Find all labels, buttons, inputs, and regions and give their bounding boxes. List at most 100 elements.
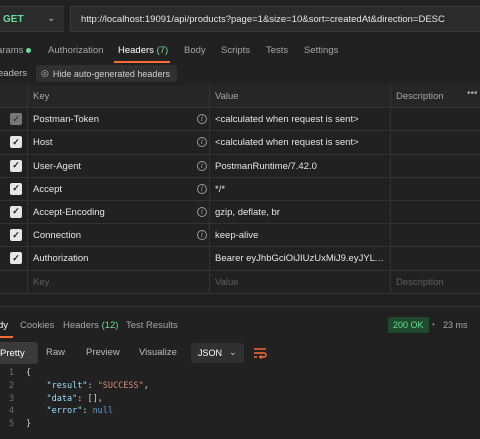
column-description: Description	[396, 91, 444, 102]
tab-label: Authorization	[48, 45, 104, 56]
header-description[interactable]	[391, 201, 480, 223]
header-description[interactable]	[391, 155, 480, 177]
row-checkbox[interactable]: ✓	[10, 159, 22, 172]
tab-body[interactable]: Body	[184, 45, 206, 56]
line-number: 2	[8, 380, 14, 391]
tab-tests[interactable]: Tests	[266, 45, 288, 56]
tab-authorization[interactable]: Authorization	[48, 45, 103, 56]
row-checkbox[interactable]: ✓	[10, 136, 22, 149]
row-checkbox[interactable]: ✓	[10, 205, 22, 218]
separator: •	[432, 320, 435, 329]
eye-off-icon: ◎	[41, 68, 49, 78]
row-checkbox[interactable]: ✓	[10, 113, 22, 126]
header-description[interactable]	[391, 178, 480, 200]
format-toolbar: Pretty Raw Preview Visualize JSON ⌄	[0, 342, 480, 364]
format-raw[interactable]: Raw	[46, 347, 65, 358]
info-icon[interactable]: i	[197, 114, 207, 125]
header-value[interactable]: Bearer eyJhbGciOiJIUzUxMiJ9.eyJYLVVT...	[215, 253, 389, 264]
info-icon[interactable]: i	[197, 137, 207, 148]
header-key[interactable]: Host	[33, 137, 53, 148]
table-header-row: Key Value Description •••	[0, 85, 480, 109]
pane-divider[interactable]	[0, 306, 480, 307]
column-key: Key	[33, 91, 50, 102]
header-value[interactable]: PostmanRuntime/7.42.0	[215, 161, 317, 172]
wrap-lines-icon[interactable]	[253, 346, 267, 360]
tab-label: Headers	[118, 45, 157, 56]
table-row: ✓ Authorization Bearer eyJhbGciOiJIUzUxM…	[0, 247, 480, 271]
language-select[interactable]: JSON ⌄	[191, 343, 244, 363]
method-select[interactable]: GET ⌄	[0, 6, 64, 32]
hide-auto-headers-button[interactable]: ◎ Hide auto-generated headers	[36, 65, 177, 82]
header-value[interactable]: gzip, deflate, br	[215, 207, 280, 218]
header-description[interactable]	[391, 131, 480, 153]
header-key[interactable]: Connection	[33, 230, 81, 241]
more-options-icon[interactable]: •••	[467, 88, 478, 99]
status-text: 200 OK	[393, 320, 424, 330]
section-label: eaders	[0, 68, 28, 79]
info-icon[interactable]: i	[197, 230, 207, 241]
tab-body[interactable]: dy	[0, 320, 8, 331]
headers-count: (7)	[156, 45, 169, 56]
header-value[interactable]: <calculated when request is sent>	[215, 137, 359, 148]
response-time[interactable]: 23 ms	[443, 320, 468, 330]
table-row: ✓ Host i <calculated when request is sent…	[0, 131, 480, 155]
url-input[interactable]: http://localhost:19091/api/products?page…	[70, 6, 480, 32]
tab-label: Body	[184, 45, 206, 56]
code-line: 1 {	[0, 368, 480, 381]
info-icon[interactable]: i	[197, 160, 207, 171]
tab-label: arams	[0, 45, 24, 56]
tab-test-results[interactable]: Test Results	[126, 320, 178, 331]
line-number: 5	[8, 419, 14, 430]
method-label: GET	[3, 13, 24, 25]
code-line: 2 "result": "SUCCESS",	[0, 381, 480, 394]
line-number: 4	[8, 406, 14, 417]
column-value: Value	[215, 91, 239, 102]
table-row: ✓ Connection i keep-alive	[0, 224, 480, 248]
request-url-bar: GET ⌄ http://localhost:19091/api/product…	[0, 0, 480, 38]
modified-dot-icon	[26, 47, 32, 53]
format-pretty[interactable]: Pretty	[0, 342, 38, 364]
tab-cookies[interactable]: Cookies	[20, 320, 54, 331]
format-preview[interactable]: Preview	[86, 347, 120, 358]
tab-label: Cookies	[20, 320, 55, 331]
header-key[interactable]: User-Agent	[33, 161, 81, 172]
code-line: 3 "data": [],	[0, 394, 480, 407]
table-row: ✓ User-Agent i PostmanRuntime/7.42.0	[0, 154, 480, 178]
request-tabs: arams Authorization Headers (7) Body Scr…	[0, 38, 480, 62]
code-line: 4 "error": null	[0, 406, 480, 419]
header-value[interactable]: keep-alive	[215, 230, 258, 241]
new-key-input[interactable]: Key	[33, 277, 49, 288]
header-key[interactable]: Accept-Encoding	[33, 207, 105, 218]
row-checkbox[interactable]: ✓	[10, 229, 22, 242]
row-checkbox[interactable]: ✓	[10, 252, 22, 265]
new-description-input[interactable]: Description	[396, 277, 444, 288]
new-value-input[interactable]: Value	[215, 277, 239, 288]
header-key[interactable]: Postman-Token	[33, 114, 99, 125]
tab-headers[interactable]: Headers (7)	[118, 45, 168, 56]
headers-table: Key Value Description ••• ✓ Postman-Toke…	[0, 85, 480, 294]
header-description[interactable]	[391, 247, 480, 269]
hide-button-label: Hide auto-generated headers	[52, 68, 170, 79]
info-icon[interactable]: i	[197, 206, 207, 217]
headers-subheader: eaders ◎ Hide auto-generated headers	[0, 64, 480, 84]
header-value[interactable]: <calculated when request is sent>	[215, 114, 359, 125]
format-visualize[interactable]: Visualize	[139, 347, 177, 358]
header-description[interactable]	[391, 224, 480, 246]
header-key[interactable]: Accept	[33, 184, 62, 195]
tab-settings[interactable]: Settings	[304, 45, 338, 56]
tab-response-headers[interactable]: Headers (12)	[63, 320, 118, 331]
header-value[interactable]: */*	[215, 184, 225, 195]
line-number: 3	[8, 393, 14, 404]
header-description[interactable]	[391, 108, 480, 130]
chevron-down-icon: ⌄	[47, 13, 56, 24]
info-icon[interactable]: i	[197, 183, 207, 194]
tab-params[interactable]: arams	[0, 45, 32, 56]
headers-count: (12)	[101, 320, 119, 331]
header-key[interactable]: Authorization	[33, 253, 88, 264]
row-checkbox[interactable]: ✓	[10, 182, 22, 195]
response-body[interactable]: 1 { 2 "result": "SUCCESS", 3 "data": [],…	[0, 368, 480, 432]
table-row: ✓ Accept i */*	[0, 177, 480, 201]
new-header-row: Key Value Description	[0, 270, 480, 294]
tab-scripts[interactable]: Scripts	[221, 45, 250, 56]
status-badge[interactable]: 200 OK	[388, 317, 429, 333]
